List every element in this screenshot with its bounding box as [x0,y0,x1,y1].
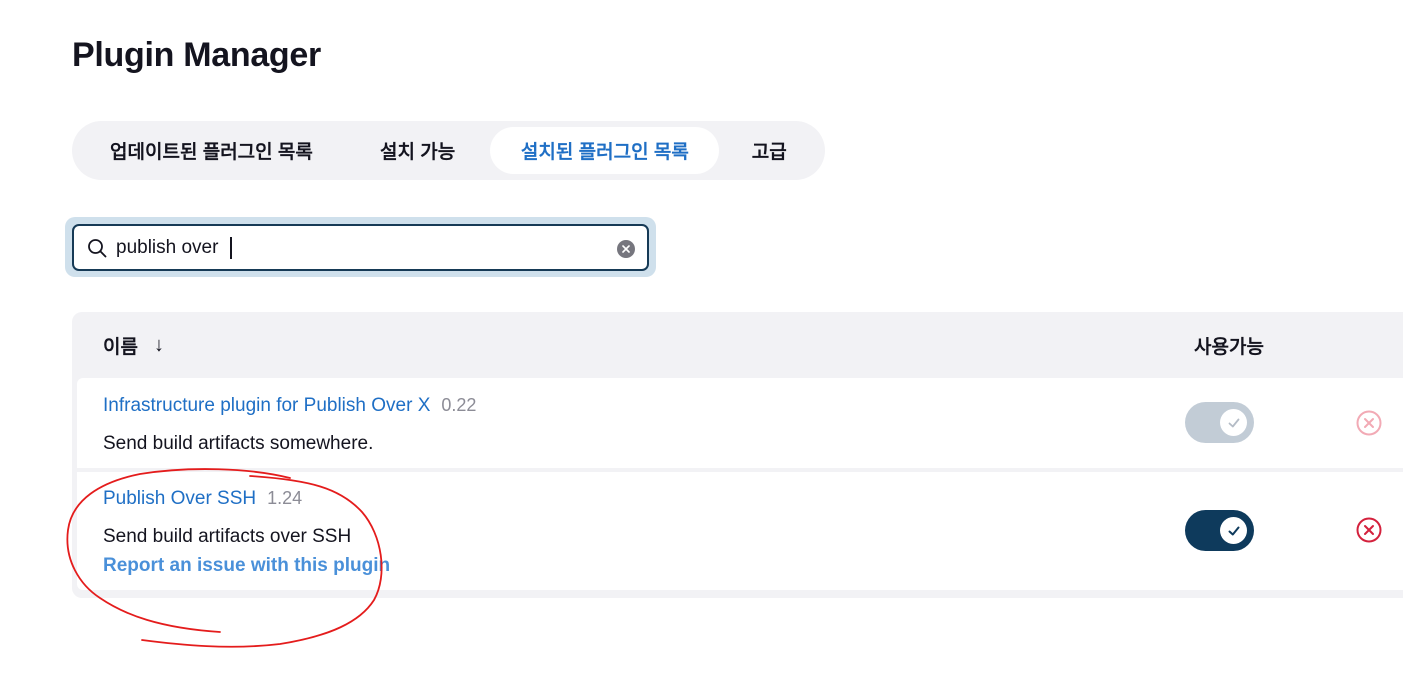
page-title: Plugin Manager [72,36,321,74]
column-header-name-label: 이름 [103,337,138,358]
tab-bar: 업데이트된 플러그인 목록 설치 가능 설치된 플러그인 목록 고급 [72,121,825,180]
table-row: Publish Over SSH 1.24 Send build artifac… [77,472,1403,590]
sort-arrow-down-icon: ↓ [153,334,164,356]
table-row: Infrastructure plugin for Publish Over X… [77,378,1403,468]
tab-available[interactable]: 설치 가능 [345,127,490,174]
tab-updates[interactable]: 업데이트된 플러그인 목록 [78,127,345,174]
plugin-version: 0.22 [441,395,477,415]
column-header-enabled[interactable]: 사용가능 [1194,332,1264,359]
enable-toggle[interactable] [1185,510,1254,551]
report-issue-link[interactable]: Report an issue with this plugin [103,555,390,577]
tab-installed[interactable]: 설치된 플러그인 목록 [490,127,720,174]
plugin-version: 1.24 [267,488,303,508]
uninstall-button[interactable] [1355,516,1383,544]
plugin-title-line: Infrastructure plugin for Publish Over X… [103,395,476,417]
plugin-name-link[interactable]: Infrastructure plugin for Publish Over X [103,395,430,417]
search-icon [86,237,108,259]
search-field[interactable] [72,224,649,271]
close-circle-icon [1356,517,1382,543]
toggle-knob [1220,409,1247,436]
plugin-description: Send build artifacts over SSH [103,526,352,547]
plugin-title-line: Publish Over SSH 1.24 [103,488,302,510]
tab-advanced[interactable]: 고급 [719,127,819,174]
search-input[interactable] [116,236,596,259]
enable-toggle[interactable] [1185,402,1254,443]
plugin-manager-page: Plugin Manager 업데이트된 플러그인 목록 설치 가능 설치된 플… [0,0,1403,697]
text-caret [230,237,232,259]
check-icon [1228,526,1239,535]
clear-icon[interactable] [617,240,635,258]
close-circle-icon [1356,410,1382,436]
plugins-table: 이름 ↓ 사용가능 Infrastructure plugin for Publ… [72,312,1403,598]
plugin-name-link[interactable]: Publish Over SSH [103,488,256,510]
uninstall-button-disabled [1355,409,1383,437]
plugin-description: Send build artifacts somewhere. [103,433,374,454]
column-header-name[interactable]: 이름 ↓ [103,332,164,359]
toggle-knob [1220,517,1247,544]
check-icon [1228,418,1239,427]
